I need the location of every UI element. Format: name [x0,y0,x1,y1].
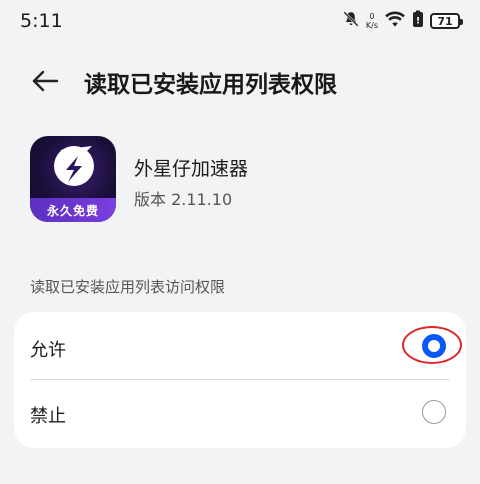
mute-icon [342,10,360,32]
app-icon: 永久免费 [30,136,116,222]
page-title: 读取已安装应用列表权限 [84,72,337,98]
app-version: 版本 2.11.10 [134,190,233,209]
status-bar: 5:11 0 K/s ! 71 [0,0,480,44]
app-logo-icon [54,146,94,186]
app-info: 永久免费 外星仔加速器 版本 2.11.10 [30,136,450,224]
battery-icon: 71 [430,13,463,29]
app-icon-badge: 永久免费 [30,198,116,222]
deny-radio[interactable] [422,400,446,424]
back-arrow-icon [32,70,59,92]
permission-options-card: 允许 禁止 [14,312,466,448]
battery-saver-icon: ! [412,10,424,32]
status-time: 5:11 [20,10,63,32]
status-icons: 0 K/s ! 71 [342,9,463,33]
allow-radio[interactable] [422,334,446,358]
net-speed-value: 0 [369,12,375,21]
back-button[interactable] [28,64,62,98]
app-name: 外星仔加速器 [134,158,249,180]
battery-level: 71 [437,14,453,28]
option-allow[interactable]: 允许 [14,314,466,380]
option-deny[interactable]: 禁止 [14,380,466,446]
section-label: 读取已安装应用列表访问权限 [30,278,226,296]
header: 读取已安装应用列表权限 [0,56,480,106]
option-deny-label: 禁止 [30,406,66,427]
option-allow-label: 允许 [30,340,66,361]
net-speed-unit: K/s [365,21,378,30]
svg-text:!: ! [416,17,420,27]
net-speed: 0 K/s [366,12,378,30]
wifi-icon [384,10,406,32]
